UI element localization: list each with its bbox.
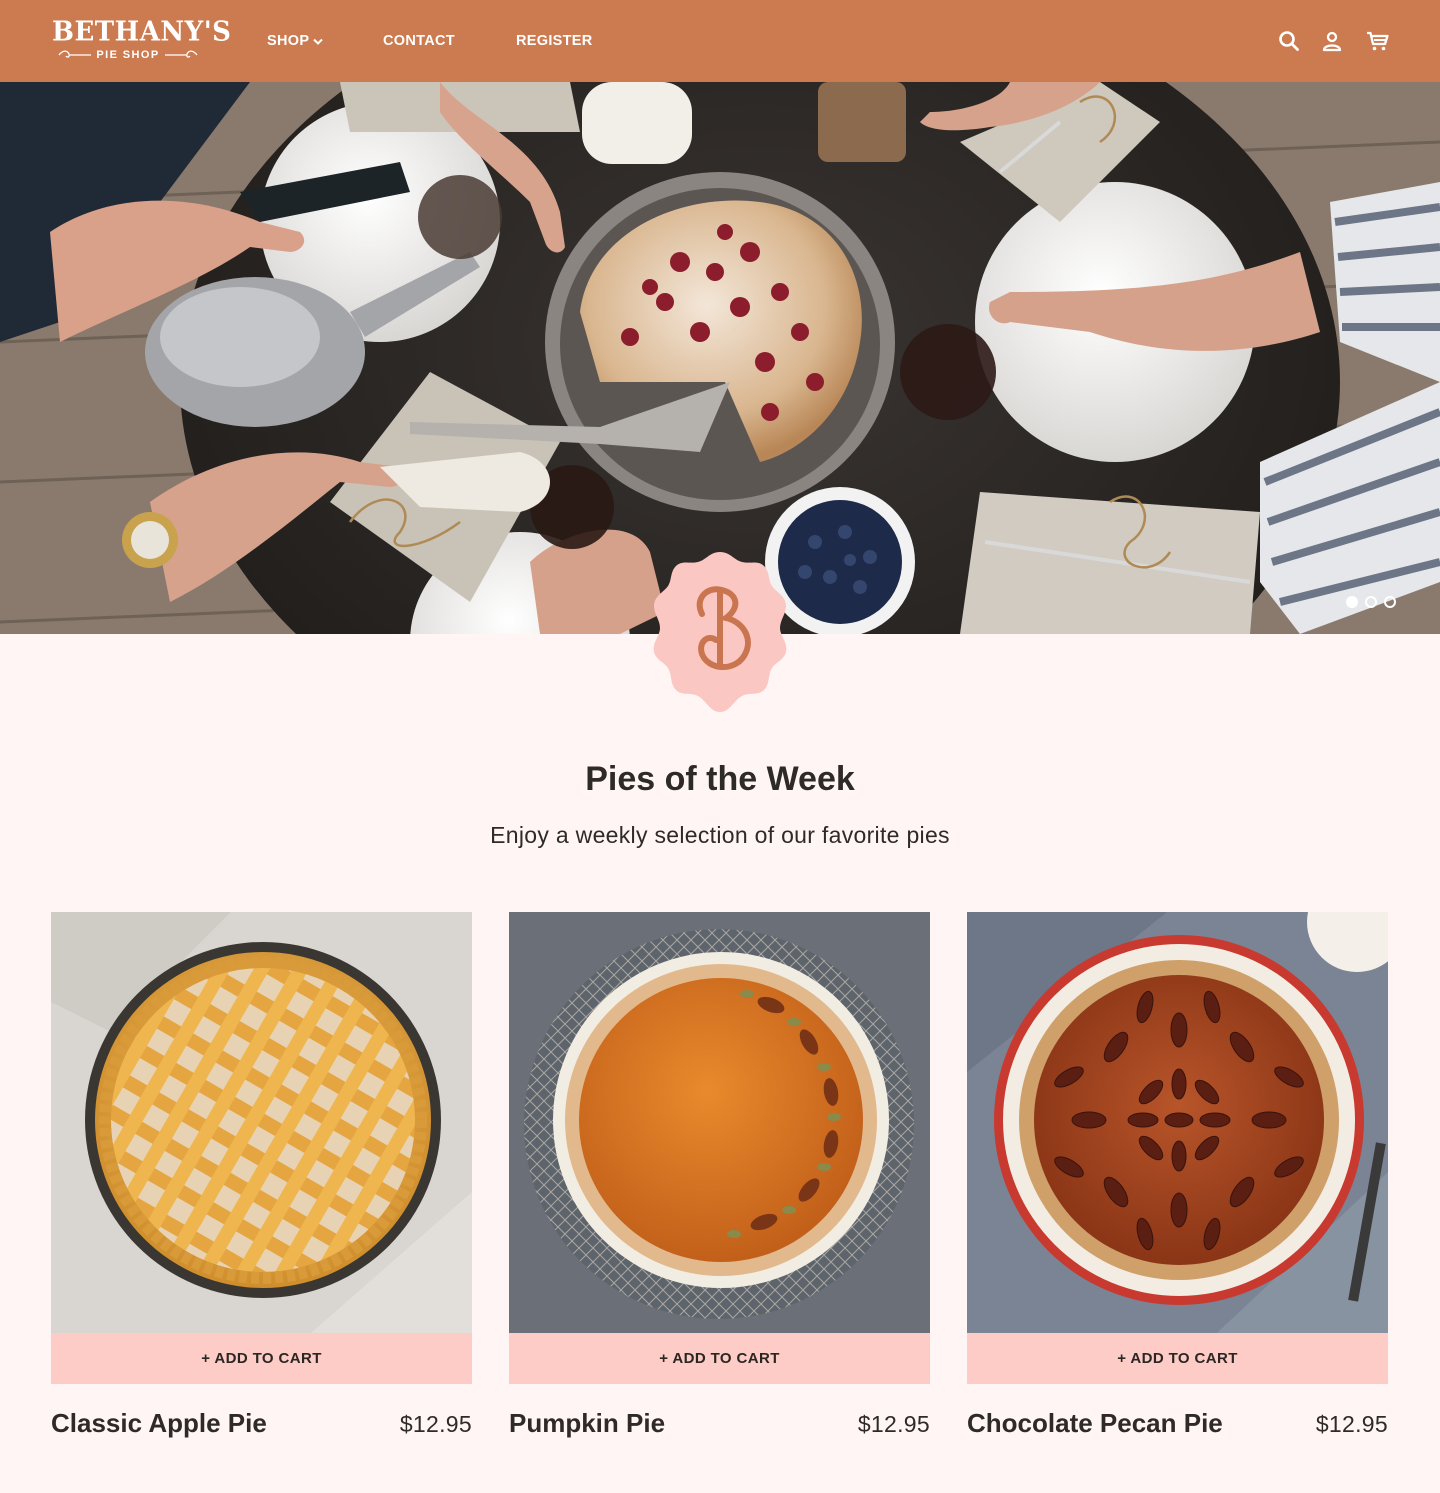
product-name[interactable]: Pumpkin Pie (509, 1408, 665, 1439)
top-navigation-bar: BETHANY'S PIE SHOP SHOP CONTACT REGISTER (0, 0, 1440, 82)
logo-subtitle: PIE SHOP (52, 49, 204, 61)
product-card-pumpkin-pie: + ADD TO CART Pumpkin Pie $12.95 (509, 912, 930, 1439)
carousel-dot-1[interactable] (1346, 596, 1358, 608)
product-image-apple-pie[interactable] (51, 912, 472, 1333)
product-price: $12.95 (1315, 1411, 1388, 1437)
carousel-dot-2[interactable] (1365, 596, 1377, 608)
brand-badge-icon (653, 552, 787, 712)
carousel-dot-3[interactable] (1384, 596, 1396, 608)
logo-text: BETHANY'S (52, 16, 232, 48)
nav-contact[interactable]: CONTACT (383, 32, 455, 50)
section-subtitle: Enjoy a weekly selection of our favorite… (490, 822, 950, 848)
product-price: $12.95 (857, 1411, 930, 1437)
product-image-pecan-pie[interactable] (967, 912, 1388, 1333)
user-icon[interactable] (1321, 30, 1343, 52)
add-to-cart-button[interactable]: + ADD TO CART (51, 1333, 472, 1384)
chevron-down-icon (313, 38, 324, 45)
section-title: Pies of the Week (585, 760, 855, 798)
product-name[interactable]: Classic Apple Pie (51, 1408, 267, 1439)
swirl-ornament-icon (164, 50, 198, 58)
add-to-cart-button[interactable]: + ADD TO CART (509, 1333, 930, 1384)
product-info: Classic Apple Pie $12.95 (51, 1408, 472, 1439)
product-card-classic-apple-pie: + ADD TO CART Classic Apple Pie $12.95 (51, 912, 472, 1439)
product-name[interactable]: Chocolate Pecan Pie (967, 1408, 1223, 1439)
nav-register[interactable]: REGISTER (516, 32, 593, 50)
product-info: Pumpkin Pie $12.95 (509, 1408, 930, 1439)
product-price: $12.95 (399, 1411, 472, 1437)
nav-shop-label: SHOP (267, 33, 310, 49)
add-to-cart-button[interactable]: + ADD TO CART (967, 1333, 1388, 1384)
swirl-ornament-icon (58, 50, 92, 58)
product-card-chocolate-pecan-pie: + ADD TO CART Chocolate Pecan Pie $12.95 (967, 912, 1388, 1439)
cart-icon[interactable] (1366, 30, 1390, 52)
search-icon[interactable] (1278, 30, 1300, 52)
product-info: Chocolate Pecan Pie $12.95 (967, 1408, 1388, 1439)
product-image-pumpkin-pie[interactable] (509, 912, 930, 1333)
nav-shop-dropdown[interactable]: SHOP (267, 32, 324, 50)
carousel-pagination (1346, 596, 1396, 608)
logo[interactable]: BETHANY'S PIE SHOP (52, 16, 232, 67)
